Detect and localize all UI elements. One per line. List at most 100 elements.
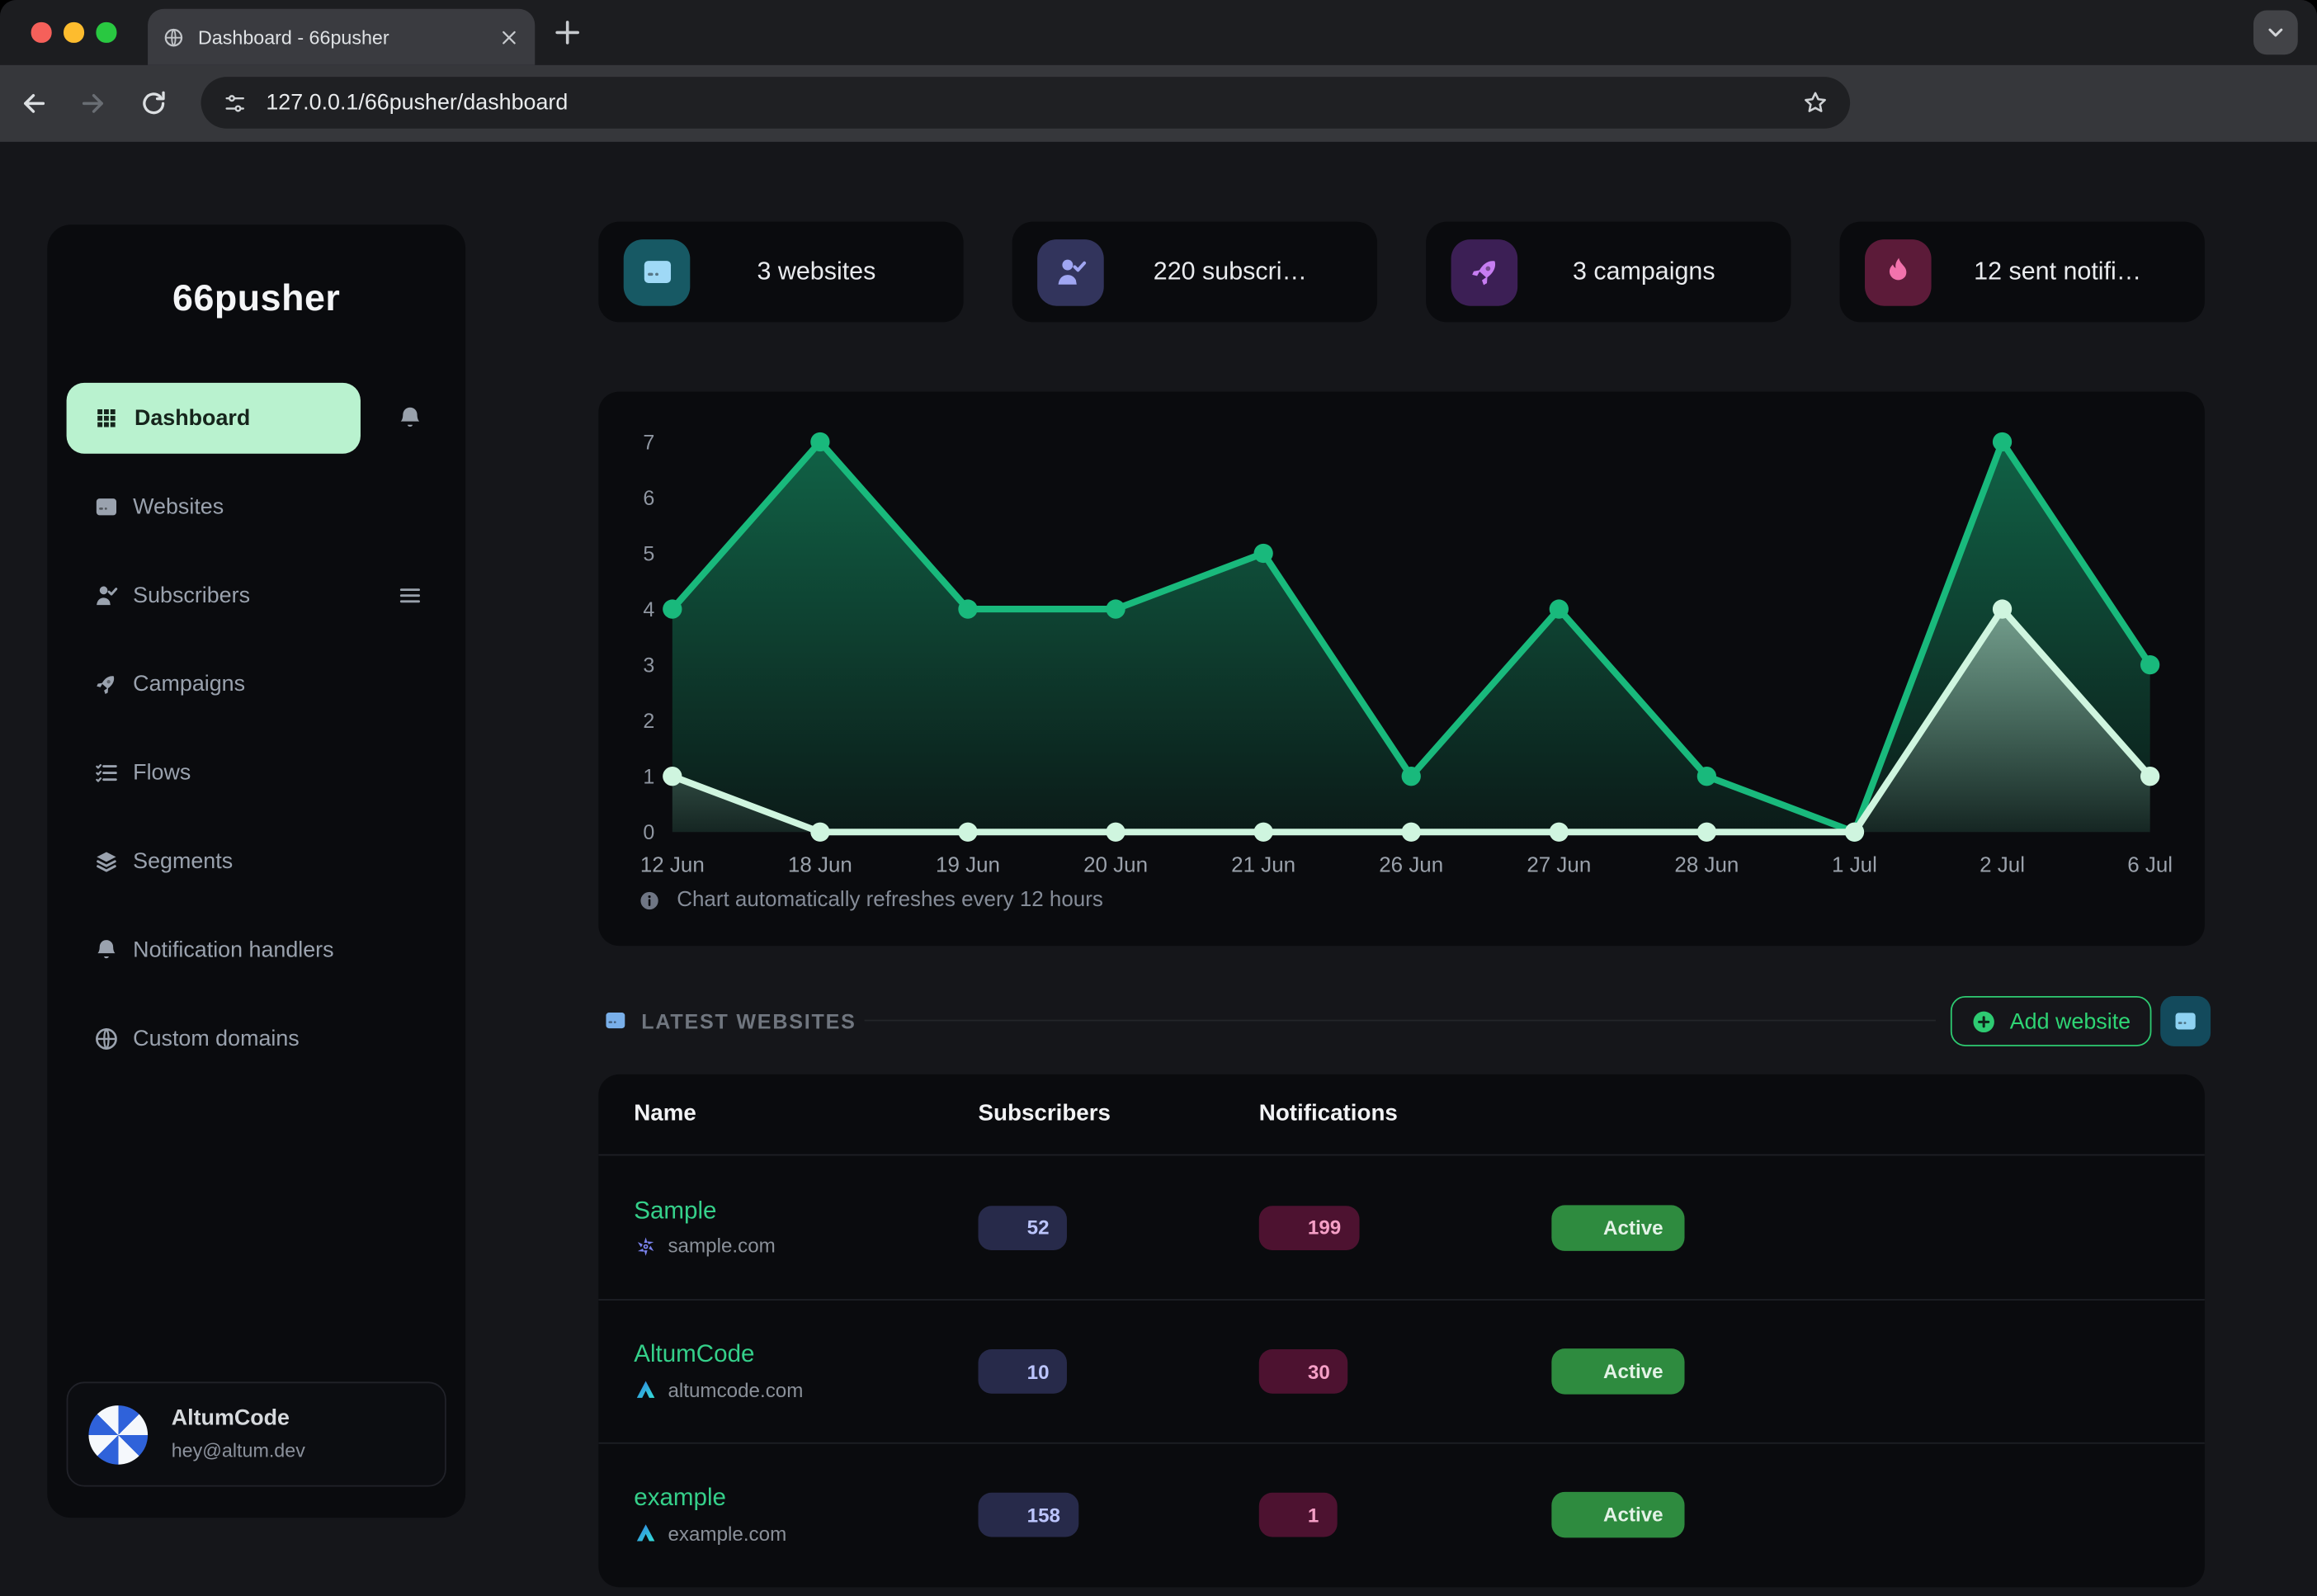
- column-subscribers: Subscribers: [979, 1101, 1111, 1127]
- check-icon: [1572, 1218, 1591, 1237]
- notifications-badge: 30: [1259, 1349, 1348, 1394]
- sidebar-item-label: Segments: [133, 849, 233, 874]
- stat-label: 12 sent notifi…: [1932, 257, 2205, 287]
- row-menu-button[interactable]: [2123, 1500, 2153, 1530]
- browser-toolbar: 127.0.0.1/66pusher/dashboard uO: [0, 65, 2317, 142]
- status-badge: Active: [1551, 1205, 1683, 1251]
- app-logo: 66pusher: [47, 278, 465, 321]
- website-name-link[interactable]: example: [634, 1485, 786, 1513]
- bell-icon: [93, 937, 120, 963]
- svg-text:5: 5: [643, 542, 654, 565]
- status-badge: Active: [1551, 1348, 1683, 1395]
- website-cell: Sample sample.com: [634, 1197, 776, 1258]
- user-name: AltumCode: [172, 1405, 290, 1430]
- svg-text:28 Jun: 28 Jun: [1674, 852, 1739, 877]
- svg-text:27 Jun: 27 Jun: [1527, 852, 1591, 877]
- website-cell: AltumCode altumcode.com: [634, 1341, 803, 1401]
- altumcode-favicon-icon: [634, 1378, 658, 1402]
- rocket-icon: [93, 671, 120, 697]
- stat-cards: 3 websites 220 subscri… 3 campaigns 12 sent…: [598, 222, 2205, 323]
- sidebar-item-label: Notification handlers: [133, 937, 333, 962]
- sidebar-item-segments[interactable]: Segments: [47, 844, 465, 880]
- svg-text:6 Jul: 6 Jul: [2127, 852, 2173, 877]
- website-domain: example.com: [634, 1522, 786, 1546]
- stat-label: 3 websites: [690, 257, 963, 287]
- back-button[interactable]: [19, 88, 49, 118]
- new-tab-button[interactable]: [550, 15, 585, 50]
- status-badge: Active: [1551, 1492, 1683, 1538]
- sidebar-item-label: Campaigns: [133, 672, 245, 696]
- notifications-chart: 0123456712 Jun18 Jun19 Jun20 Jun21 Jun26…: [598, 392, 2205, 947]
- history-icon-button[interactable]: [1881, 1357, 1911, 1386]
- grid-icon: [93, 405, 120, 432]
- browser-tab[interactable]: Dashboard - 66pusher: [148, 9, 535, 65]
- traffic-lights[interactable]: [31, 22, 116, 42]
- website-name-link[interactable]: AltumCode: [634, 1341, 803, 1369]
- url-bar[interactable]: 127.0.0.1/66pusher/dashboard: [201, 77, 1851, 129]
- website-name-link[interactable]: Sample: [634, 1197, 776, 1225]
- stat-card[interactable]: 12 sent notifi…: [1840, 222, 2205, 323]
- sidebar-item-label: Flows: [133, 760, 191, 785]
- bell-icon[interactable]: [396, 404, 424, 432]
- chart-card: 0123456712 Jun18 Jun19 Jun20 Jun21 Jun26…: [598, 392, 2205, 947]
- svg-text:1: 1: [643, 766, 654, 789]
- calendar-icon-button[interactable]: [1825, 1357, 1855, 1386]
- stat-card[interactable]: 220 subscri…: [1012, 222, 1377, 323]
- svg-text:19 Jun: 19 Jun: [936, 852, 1000, 877]
- check-icon: [1572, 1362, 1591, 1381]
- add-website-button[interactable]: Add website: [1951, 996, 2152, 1046]
- website-domain: sample.com: [634, 1234, 776, 1258]
- forward-button[interactable]: [78, 88, 108, 118]
- sidebar-item-dashboard[interactable]: Dashboard: [67, 383, 361, 454]
- sidebar-item-label: Custom domains: [133, 1027, 300, 1051]
- svg-text:18 Jun: 18 Jun: [788, 852, 852, 877]
- history-icon-button[interactable]: [1881, 1500, 1911, 1530]
- sidebar-item-websites[interactable]: Websites: [47, 489, 465, 525]
- section-title: LATEST WEBSITES: [641, 1009, 856, 1033]
- site-settings-icon[interactable]: [222, 89, 248, 116]
- sidebar-item-notification-handlers[interactable]: Notification handlers: [47, 933, 465, 968]
- altumcode-favicon-icon: [634, 1522, 658, 1546]
- websites-table: Name Subscribers Notifications Sample sa…: [598, 1074, 2205, 1587]
- sidebar-item-campaigns[interactable]: Campaigns: [47, 667, 465, 702]
- sidebar-item-label: Websites: [133, 494, 224, 519]
- user-card[interactable]: AltumCode hey@altum.dev: [67, 1381, 446, 1486]
- history-icon-button[interactable]: [1881, 1212, 1911, 1242]
- stat-card[interactable]: 3 campaigns: [1426, 222, 1791, 323]
- table-header: Name Subscribers Notifications: [598, 1074, 2205, 1155]
- bookmark-star-icon[interactable]: [1801, 88, 1829, 116]
- websites-list-button[interactable]: [2160, 996, 2211, 1046]
- table-row: example example.com 158 1 Active: [598, 1443, 2205, 1586]
- asterisk-favicon-icon: [634, 1234, 658, 1258]
- tab-title: Dashboard - 66pusher: [198, 26, 484, 48]
- tab-close-icon[interactable]: [498, 26, 521, 48]
- plus-circle-icon: [1971, 1008, 1996, 1033]
- reload-button[interactable]: [139, 88, 168, 118]
- svg-text:2 Jul: 2 Jul: [1980, 852, 2025, 877]
- website-domain: altumcode.com: [634, 1378, 803, 1402]
- svg-text:0: 0: [643, 821, 654, 844]
- tab-search-button[interactable]: [2253, 11, 2298, 55]
- user-check-icon: [996, 1504, 1017, 1525]
- stat-label: 220 subscri…: [1104, 257, 1377, 287]
- divider: [865, 1020, 1936, 1022]
- calendar-icon-button[interactable]: [1825, 1500, 1855, 1530]
- table-row: AltumCode altumcode.com 10 30 Active: [598, 1299, 2205, 1443]
- subscribers-badge: 158: [979, 1493, 1078, 1537]
- globe-icon: [93, 1026, 120, 1052]
- list-check-icon: [93, 759, 120, 786]
- sidebar-item-flows[interactable]: Flows: [47, 755, 465, 791]
- svg-text:3: 3: [643, 654, 654, 678]
- chart-note-text: Chart automatically refreshes every 12 h…: [677, 888, 1103, 912]
- subscribers-badge: 52: [979, 1205, 1068, 1249]
- row-menu-button[interactable]: [2123, 1212, 2153, 1242]
- website-cell: example example.com: [634, 1485, 786, 1545]
- flame-icon: [1865, 238, 1932, 305]
- browser-window: Dashboard - 66pusher 127.0.0.1/66pusher/…: [0, 0, 2317, 1596]
- flame-icon: [1276, 1361, 1297, 1381]
- calendar-icon-button[interactable]: [1825, 1212, 1855, 1242]
- menu-icon[interactable]: [396, 582, 424, 610]
- stat-card[interactable]: 3 websites: [598, 222, 963, 323]
- row-menu-button[interactable]: [2123, 1357, 2153, 1386]
- sidebar-item-custom-domains[interactable]: Custom domains: [47, 1021, 465, 1056]
